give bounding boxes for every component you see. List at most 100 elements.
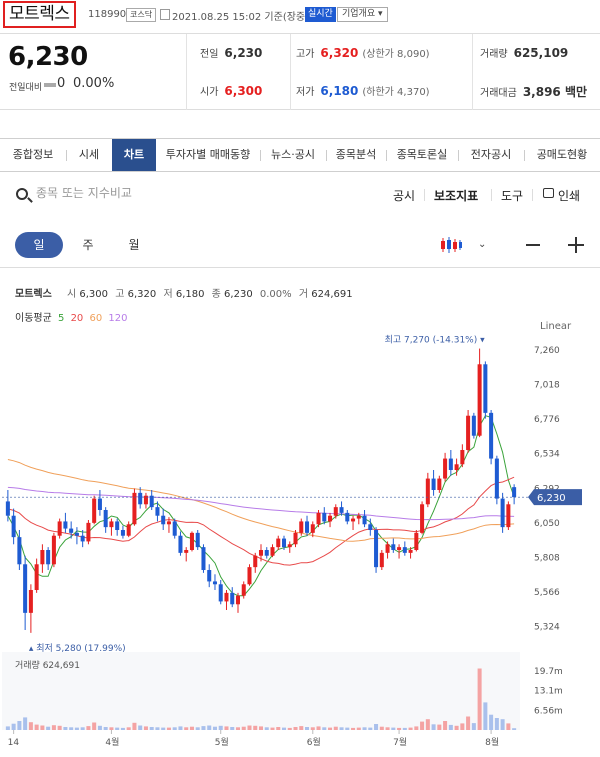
volume-bar [184, 727, 189, 730]
candle-body [293, 532, 298, 545]
candle-body [287, 544, 292, 548]
y-tick-label: 6,050 [534, 519, 560, 529]
candle-body [126, 524, 131, 536]
candle-body [258, 550, 264, 556]
max-price-annotation: 최고 7,270 (-14.31%) ▾ [385, 335, 485, 346]
volume-bar [5, 726, 10, 730]
volume-bar [172, 727, 177, 730]
candle-body [466, 415, 471, 450]
volume-bar [207, 725, 212, 730]
volume-bar [69, 727, 74, 730]
volume-bar [224, 726, 229, 730]
candle-body [316, 512, 321, 525]
volume-bar [379, 726, 384, 730]
candle-body [402, 547, 407, 553]
candle-body [63, 521, 68, 529]
volume-bar [408, 727, 413, 730]
volume-bar [402, 727, 407, 730]
volume-bar [512, 728, 517, 730]
candle-body [11, 515, 16, 538]
volume-bar [374, 724, 379, 730]
candle-body [489, 412, 494, 459]
candle-body [189, 532, 194, 550]
candle-body [460, 450, 465, 465]
candle-body [385, 544, 390, 553]
candle-body [201, 547, 206, 570]
volume-bar [368, 727, 373, 730]
x-tick-label: 6월 [307, 736, 321, 748]
candle-body [46, 550, 51, 565]
candle-body [172, 521, 177, 536]
volume-bar [115, 727, 120, 730]
volume-bar [460, 723, 465, 730]
volume-label: 거래량 624,691 [15, 659, 80, 671]
volume-bar [23, 717, 28, 730]
candle-body [57, 521, 62, 536]
volume-bar [258, 726, 264, 730]
candle-body [51, 535, 56, 565]
volume-bar [351, 727, 356, 730]
candle-body [218, 584, 223, 602]
candle-body [264, 550, 269, 556]
candle-body [132, 492, 137, 525]
candle-body [80, 535, 85, 542]
volume-bar [212, 726, 217, 730]
candle-body [454, 464, 459, 470]
volume-bar [201, 726, 206, 730]
volume-bar [235, 727, 241, 730]
candle-body [178, 535, 183, 553]
current-price-label: 6,230 [537, 493, 566, 504]
candle-body [276, 538, 281, 548]
volume-bar [247, 725, 252, 730]
volume-bar [385, 727, 390, 730]
volume-bar [80, 727, 85, 730]
candle-body [420, 504, 425, 533]
volume-bar [316, 726, 321, 730]
candle-body [86, 522, 91, 542]
volume-bar [161, 727, 166, 730]
volume-bar [305, 727, 310, 730]
candle-body [379, 552, 384, 568]
candle-body [299, 521, 304, 533]
candle-body [356, 515, 361, 519]
volume-bar [264, 727, 269, 730]
candle-body [339, 507, 344, 513]
volume-bar [40, 725, 45, 730]
candle-body [224, 592, 229, 602]
x-tick-label: 4월 [105, 736, 119, 748]
candle-body [448, 458, 453, 470]
y-tick-label: 7,260 [534, 346, 560, 356]
candle-body [281, 538, 287, 548]
candle-body [23, 564, 28, 613]
candle-body [115, 521, 120, 530]
candle-body [235, 595, 241, 605]
y-tick-label: 7,018 [534, 381, 560, 391]
volume-bar [345, 727, 350, 730]
volume-bar [178, 726, 183, 730]
candle-body [322, 512, 327, 522]
volume-bar [46, 726, 51, 730]
volume-bar [143, 726, 148, 730]
volume-bar [63, 727, 68, 730]
volume-bar [34, 724, 39, 730]
volume-bar [276, 727, 281, 730]
y-tick-label: 5,324 [534, 623, 560, 633]
x-tick-label: 7월 [393, 736, 407, 748]
candle-body [512, 487, 517, 498]
candle-body [241, 584, 246, 596]
volume-bar [138, 725, 143, 730]
volume-tick-label: 13.1m [534, 687, 563, 697]
volume-bar [431, 724, 436, 730]
candle-body [414, 532, 419, 550]
volume-bar [230, 727, 235, 730]
candle-body [247, 567, 252, 585]
volume-bar [414, 726, 419, 730]
price-chart[interactable]: 7,2607,0186,7766,5346,2926,0505,8085,566… [0, 0, 600, 757]
candle-body [408, 550, 413, 553]
candle-body [5, 501, 10, 516]
candle-body [333, 507, 338, 516]
volume-bar [92, 722, 97, 730]
volume-bar [397, 727, 402, 730]
volume-bar [322, 727, 327, 730]
candle-body [138, 492, 143, 505]
